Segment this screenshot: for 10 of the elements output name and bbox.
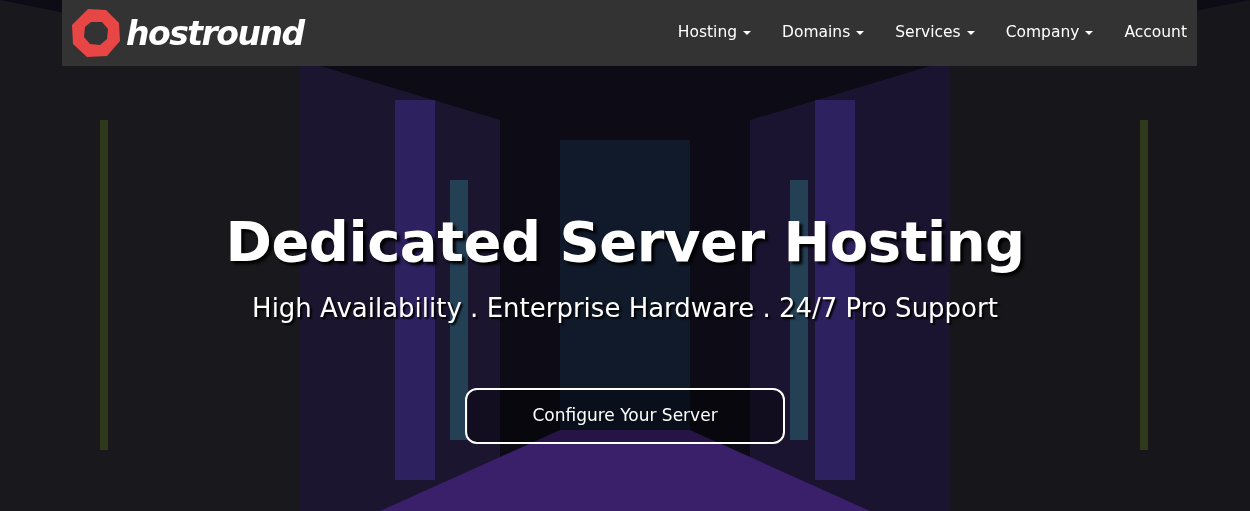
- logo-icon: [70, 7, 122, 59]
- hero-title: Dedicated Server Hosting: [225, 208, 1025, 276]
- nav-link[interactable]: Hosting: [677, 21, 752, 45]
- configure-button[interactable]: Configure Your Server: [465, 388, 785, 445]
- nav-link[interactable]: Services: [895, 21, 975, 45]
- nav-link[interactable]: Domains: [782, 21, 865, 45]
- nav-link[interactable]: Account: [1124, 21, 1187, 45]
- nav-link[interactable]: Company: [1005, 21, 1094, 45]
- hero-subtitle: High Availability . Enterprise Hardware . 24/7 Pro Support: [252, 292, 998, 326]
- brand-name[interactable]: hostround: [126, 16, 304, 50]
